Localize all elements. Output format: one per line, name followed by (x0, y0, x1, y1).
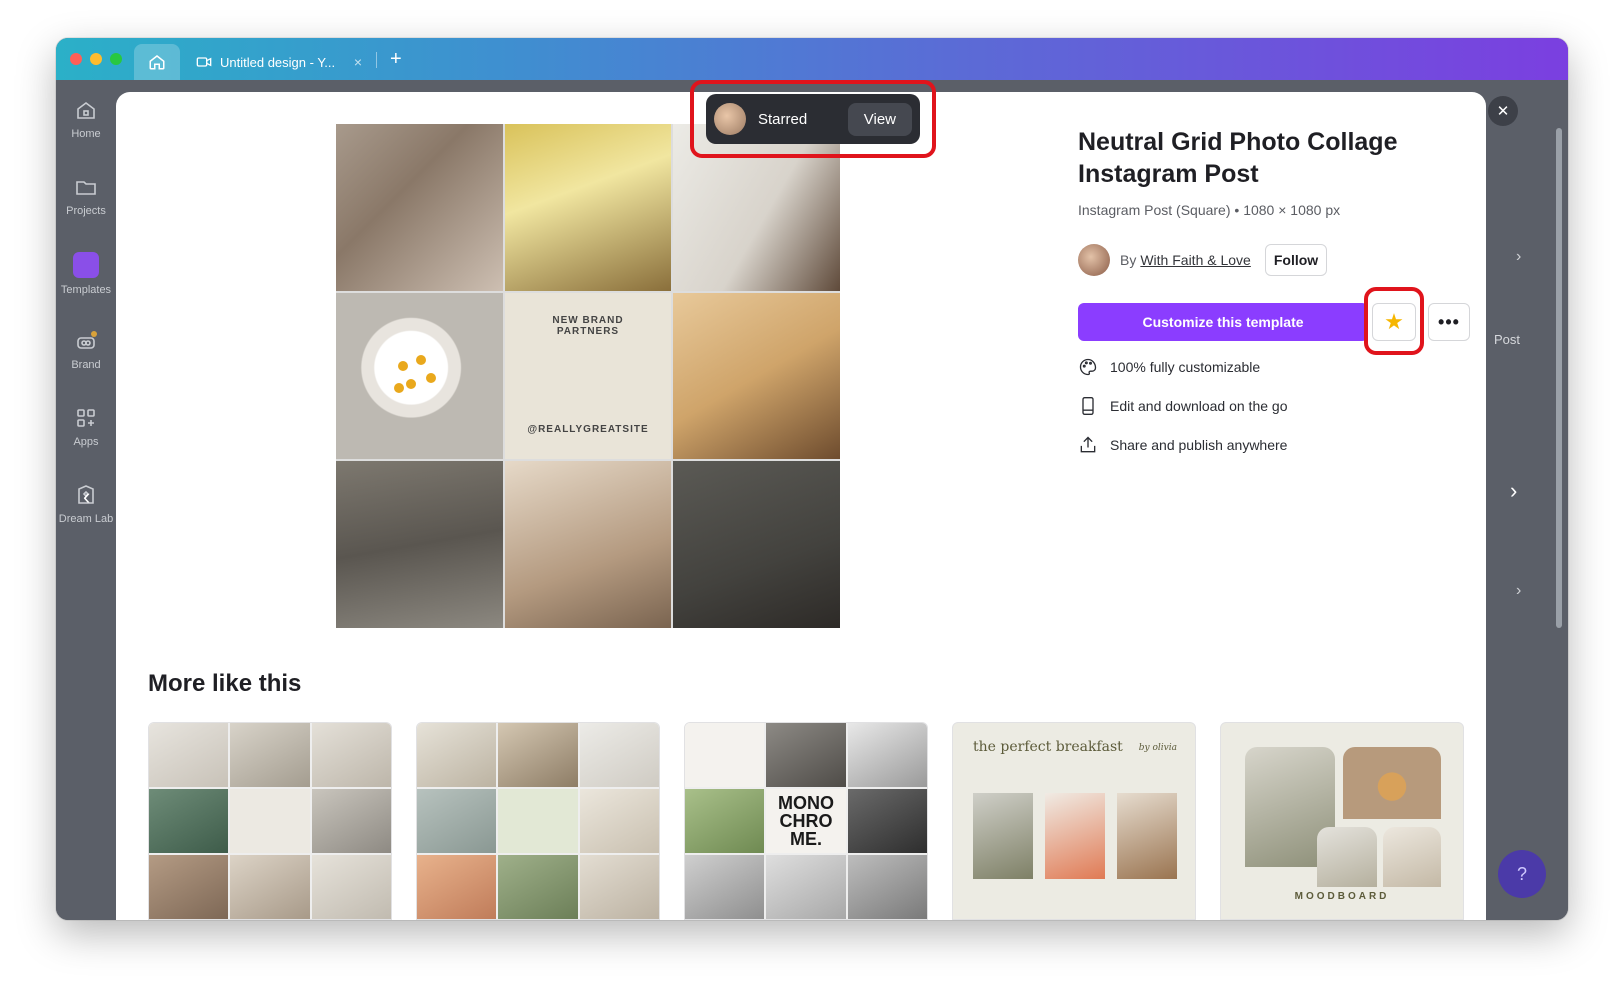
preview-photo (673, 461, 840, 628)
brand-icon (77, 331, 97, 349)
preview-photo (504, 124, 672, 291)
card-title: MOODBOARD (1294, 891, 1390, 902)
tab-separator (376, 52, 377, 68)
preview-photo (673, 292, 840, 460)
sidebar-item-label: Apps (73, 436, 99, 448)
related-template-card[interactable]: MONO CHRO ME. (684, 722, 928, 920)
sidebar-item-label: Brand (71, 359, 101, 371)
feature-label: Edit and download on the go (1110, 398, 1288, 414)
sidebar-item-label: Projects (66, 205, 106, 217)
follow-button[interactable]: Follow (1264, 244, 1328, 276)
preview-text-tile: NEW BRAND PARTNERS @REALLYGREATSITE (504, 292, 672, 460)
chevron-right-icon[interactable]: › (1516, 582, 1521, 600)
previous-template-button[interactable]: ‹ (83, 484, 90, 510)
scrollbar[interactable] (1556, 128, 1562, 628)
star-highlight-annotation (1364, 287, 1424, 355)
related-template-card[interactable] (148, 722, 392, 920)
preview-photo (336, 292, 503, 460)
author-prefix: By (1120, 252, 1137, 268)
template-preview[interactable]: NEW BRAND PARTNERS @REALLYGREATSITE (336, 124, 840, 628)
maximize-window-button[interactable] (110, 53, 122, 65)
card-title: the perfect breakfast (973, 739, 1123, 755)
close-tab-icon[interactable]: × (354, 54, 362, 70)
more-like-this-title: More like this (148, 670, 302, 697)
title-bar: Untitled design - Y... × + (56, 38, 1568, 80)
help-button[interactable]: ? (1498, 850, 1546, 898)
preview-photo (336, 124, 503, 291)
palette-icon (1079, 358, 1097, 376)
customize-template-button[interactable]: Customize this template (1078, 303, 1368, 341)
card-byline: by olivia (1138, 743, 1177, 753)
related-template-card[interactable]: MOODBOARD (1220, 722, 1464, 920)
preview-heading-line: PARTNERS (556, 325, 620, 337)
feature-item: Share and publish anywhere (1078, 435, 1287, 455)
related-template-card[interactable] (416, 722, 660, 920)
minimize-window-button[interactable] (90, 53, 102, 65)
preview-photo (336, 461, 503, 628)
template-subtitle: Instagram Post (Square) • 1080 × 1080 px (1078, 202, 1341, 218)
toast-highlight-annotation (690, 80, 936, 158)
author-row: By With Faith & Love Follow (1078, 244, 1328, 276)
home-icon (149, 55, 165, 70)
preview-photo (504, 461, 672, 628)
document-tab[interactable]: Untitled design - Y... × (190, 44, 370, 80)
home-tab[interactable] (134, 44, 180, 80)
avatar[interactable] (1078, 244, 1110, 276)
share-icon (1080, 436, 1096, 453)
sidebar-item-label: Dream Lab (58, 513, 114, 525)
feature-label: Share and publish anywhere (1110, 437, 1288, 453)
related-template-card[interactable]: the perfect breakfast by olivia (952, 722, 1196, 920)
next-template-button[interactable]: › (1510, 478, 1517, 504)
sidebar-item-projects[interactable]: Projects (56, 175, 116, 217)
close-modal-button[interactable]: ✕ (1488, 96, 1518, 126)
mobile-icon (1082, 397, 1094, 415)
apps-icon (77, 409, 95, 427)
mono-text: MONO CHRO ME. (766, 789, 846, 853)
close-window-button[interactable] (70, 53, 82, 65)
sidebar-item-label: Home (71, 128, 101, 140)
feature-item: 100% fully customizable (1078, 357, 1260, 377)
feature-label: 100% fully customizable (1110, 359, 1261, 375)
preview-handle: @REALLYGREATSITE (527, 424, 649, 436)
more-options-button[interactable]: ••• (1428, 303, 1470, 341)
document-tab-title: Untitled design - Y... (220, 54, 336, 70)
templates-icon (73, 252, 99, 278)
home-icon (77, 102, 95, 119)
new-tab-button[interactable]: + (390, 46, 402, 72)
feature-item: Edit and download on the go (1078, 396, 1287, 416)
video-icon (196, 57, 212, 67)
preview-heading-line: NEW BRAND (552, 314, 624, 326)
sidebar-item-brand[interactable]: Brand (56, 329, 116, 371)
chevron-right-icon[interactable]: › (1516, 248, 1521, 266)
template-title: Neutral Grid Photo Collage Instagram Pos… (1078, 128, 1398, 188)
sidebar-item-home[interactable]: Home (56, 98, 116, 140)
background-peek-label: Post (1494, 332, 1521, 347)
sidebar-item-apps[interactable]: Apps (56, 406, 116, 448)
sidebar-item-templates[interactable]: Templates (56, 252, 116, 296)
author-link[interactable]: With Faith & Love (1140, 252, 1251, 268)
sidebar-item-label: Templates (60, 284, 112, 296)
folder-icon (76, 181, 96, 195)
